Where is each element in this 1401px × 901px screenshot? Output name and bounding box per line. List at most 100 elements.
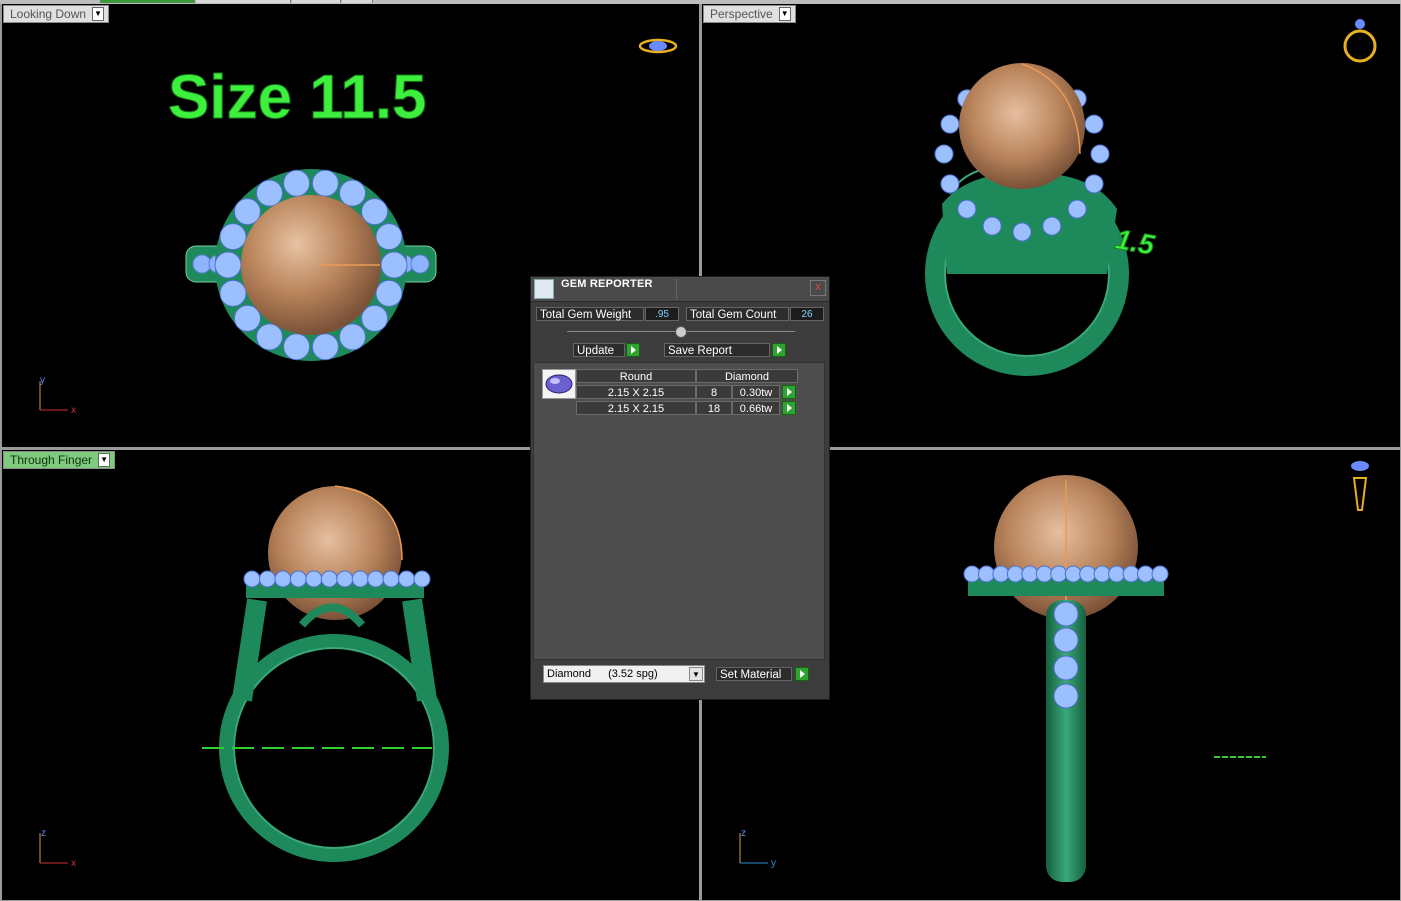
material-select-sg: (3.52 spg): [608, 668, 658, 680]
save-report-button[interactable]: [772, 343, 786, 357]
viewport-tab-4[interactable]: [342, 0, 373, 3]
svg-text:y: y: [771, 858, 776, 869]
total-gem-count-label: Total Gem Count: [686, 307, 789, 321]
gem-row-count: 18: [696, 401, 732, 415]
halo-diamond: [1006, 565, 1024, 583]
chevron-down-icon[interactable]: ▼: [98, 453, 111, 467]
svg-text:z: z: [741, 828, 746, 839]
chevron-down-icon[interactable]: ▼: [689, 667, 703, 681]
halo-diamond: [1151, 565, 1169, 583]
halo-diamond: [934, 144, 954, 164]
view-cube-icon[interactable]: [1351, 461, 1369, 511]
viewport-tab-1[interactable]: [100, 0, 195, 3]
gem-row-weight: 0.66tw: [732, 401, 780, 415]
halo-diamond: [361, 198, 389, 226]
halo-diamond: [233, 198, 261, 226]
view-label-through-finger[interactable]: Through Finger ▼: [3, 451, 116, 469]
halo-diamond: [940, 174, 960, 194]
halo-diamond: [413, 570, 431, 588]
halo-diamond: [305, 570, 323, 588]
halo-diamond: [1021, 565, 1039, 583]
viewport-tab-2[interactable]: [196, 0, 291, 3]
halo-diamond: [336, 570, 354, 588]
update-button[interactable]: [626, 343, 640, 357]
panel-splitter-handle[interactable]: [675, 326, 687, 338]
close-icon[interactable]: x: [810, 280, 826, 296]
halo-diamond: [1064, 565, 1082, 583]
axis-indicator: z y: [739, 828, 776, 869]
view-label-perspective[interactable]: Perspective ▼: [703, 5, 796, 23]
halo-diamond: [367, 570, 385, 588]
halo-diamond: [977, 565, 995, 583]
halo-diamond: [1042, 216, 1062, 236]
halo-diamond: [339, 323, 366, 351]
gem-row-weight: 0.30tw: [732, 385, 780, 399]
halo-diamond: [382, 570, 400, 588]
halo-diamond: [992, 565, 1010, 583]
halo-diamond: [375, 279, 403, 307]
halo-diamond: [1012, 222, 1032, 242]
update-label[interactable]: Update: [573, 343, 625, 357]
gem-reporter-titlebar[interactable]: GEM REPORTER x: [531, 277, 829, 302]
halo-diamond: [940, 114, 960, 134]
halo-diamond: [1084, 174, 1104, 194]
halo-diamond: [1122, 565, 1140, 583]
gem-shape-header: Round: [576, 369, 696, 383]
halo-diamond: [1108, 565, 1126, 583]
view-cube-icon[interactable]: [1343, 19, 1377, 63]
halo-diamond: [258, 570, 276, 588]
halo-diamond: [1084, 114, 1104, 134]
total-gem-weight-value: .95: [645, 307, 679, 321]
axis-indicator: y x: [39, 375, 76, 416]
halo-diamond: [982, 216, 1002, 236]
total-gem-weight-label: Total Gem Weight: [536, 307, 644, 321]
halo-diamond: [256, 179, 283, 207]
set-material-label[interactable]: Set Material: [716, 667, 792, 681]
svg-text:z: z: [41, 828, 46, 839]
round-gem-icon: [542, 369, 576, 399]
halo-diamond: [339, 179, 366, 207]
halo-diamond: [1090, 144, 1110, 164]
halo-diamond: [214, 251, 242, 279]
gem-reporter-logo-icon: [534, 279, 554, 299]
view-cube-icon[interactable]: [638, 38, 678, 54]
gem-row-size: 2.15 X 2.15: [576, 401, 696, 415]
halo-diamond: [274, 570, 292, 588]
gem-reporter-title: GEM REPORTER: [561, 278, 653, 290]
size-annotation: Size 11.5: [168, 63, 427, 132]
gem-material-header: Diamond: [696, 369, 798, 383]
halo-diamond: [311, 169, 339, 197]
halo-diamond: [219, 223, 247, 251]
halo-diamond: [1067, 199, 1087, 219]
gem-row-count: 8: [696, 385, 732, 399]
svg-text:x: x: [71, 405, 76, 416]
gem-row-select-button[interactable]: [782, 401, 796, 415]
halo-diamond: [283, 169, 311, 197]
gem-reporter-panel[interactable]: GEM REPORTER x Total Gem Weight .95 Tota…: [530, 276, 830, 700]
halo-diamond: [380, 251, 408, 279]
svg-text:y: y: [40, 375, 45, 386]
halo-diamond: [398, 570, 416, 588]
save-report-label[interactable]: Save Report: [664, 343, 770, 357]
halo-diamond: [375, 223, 403, 251]
material-select-name: Diamond: [547, 668, 592, 680]
view-label-looking-down[interactable]: Looking Down ▼: [3, 5, 110, 23]
halo-diamond: [1035, 565, 1053, 583]
titlebar-divider: [676, 279, 677, 299]
chevron-down-icon[interactable]: ▼: [92, 7, 105, 21]
gem-row-size: 2.15 X 2.15: [576, 385, 696, 399]
halo-diamond: [243, 570, 261, 588]
viewport-tab-3[interactable]: [292, 0, 341, 3]
set-material-button[interactable]: [795, 667, 809, 681]
halo-diamond: [219, 279, 247, 307]
axis-indicator: z x: [39, 828, 76, 869]
chevron-down-icon[interactable]: ▼: [778, 7, 791, 21]
halo-diamond: [361, 304, 389, 332]
halo-diamond: [256, 323, 283, 351]
halo-diamond: [1050, 565, 1068, 583]
svg-text:x: x: [71, 858, 76, 869]
halo-diamond: [1093, 565, 1111, 583]
gem-row-select-button[interactable]: [782, 385, 796, 399]
halo-diamond: [311, 333, 339, 361]
material-select[interactable]: Diamond (3.52 spg) ▼: [543, 665, 705, 683]
